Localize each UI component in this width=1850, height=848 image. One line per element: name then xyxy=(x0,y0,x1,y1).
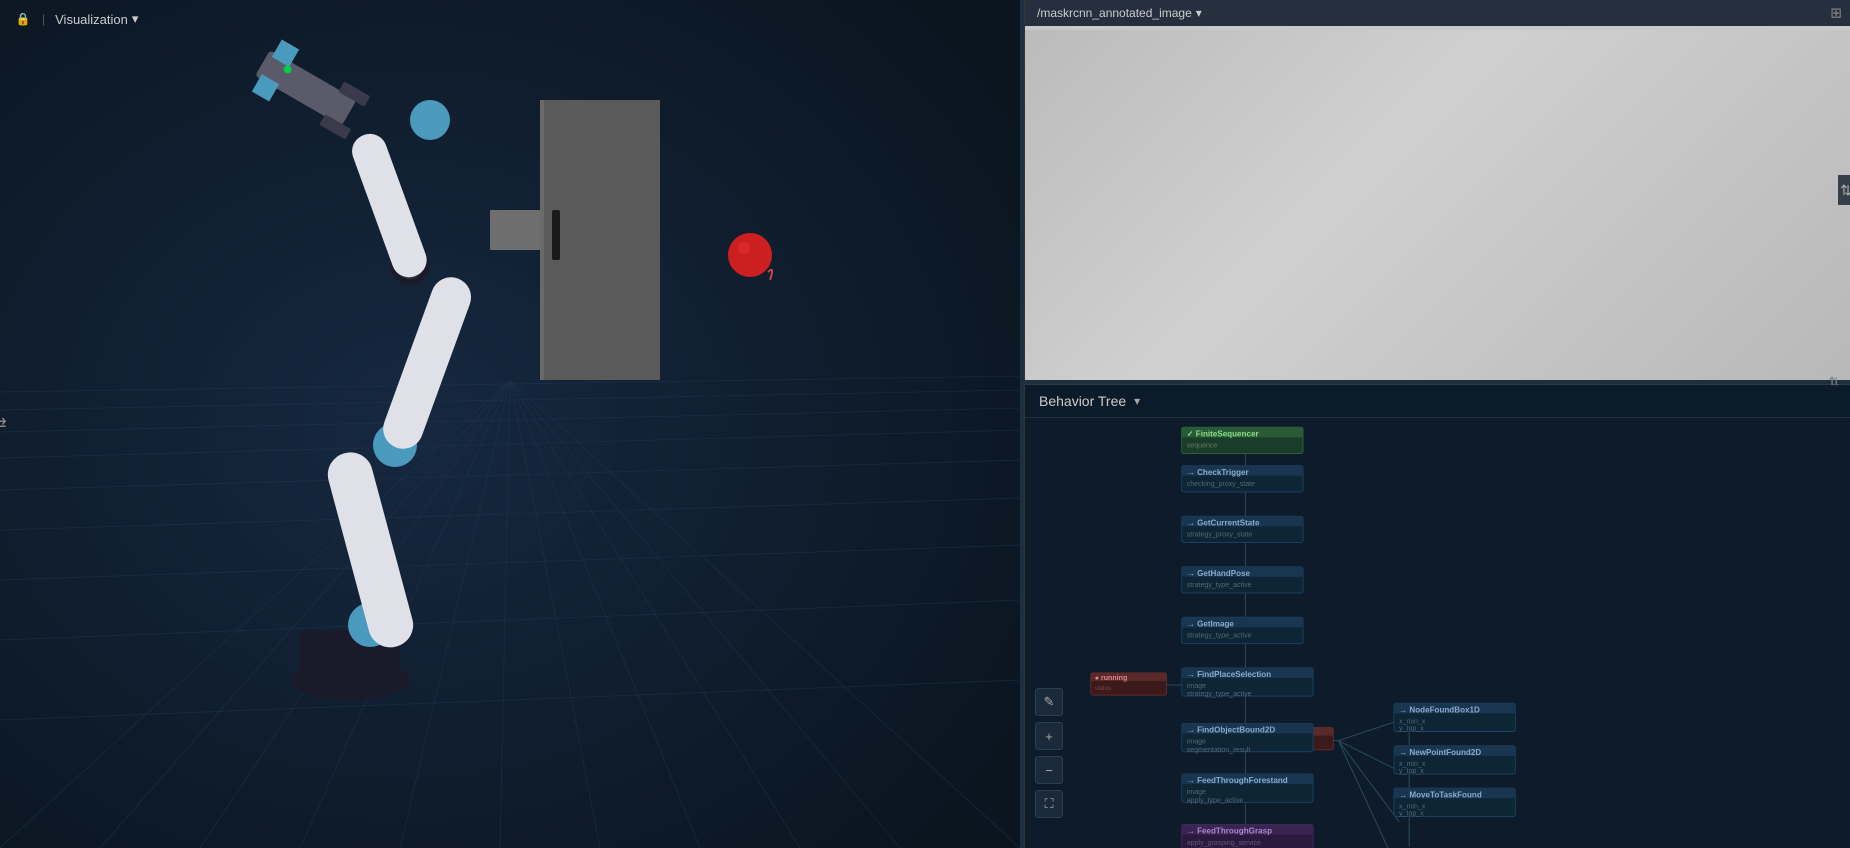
camera-header: /maskrcnn_annotated_image ▾ ⊞ xyxy=(1025,0,1850,26)
bt-svg: ✓ FiniteSequencer sequence → CheckTrigge… xyxy=(1025,421,1850,848)
svg-text:x_min_x: x_min_x xyxy=(1399,718,1426,725)
svg-text:strategy_type_active: strategy_type_active xyxy=(1187,633,1252,640)
3d-scene-svg xyxy=(0,0,1020,848)
lock-icon: 🔒 xyxy=(14,10,32,28)
svg-text:→ GetImage: → GetImage xyxy=(1187,619,1235,628)
bt-tools-panel: ✎ + − ⛶ xyxy=(1035,688,1063,818)
svg-text:→ GetCurrentState: → GetCurrentState xyxy=(1187,518,1260,527)
bt-canvas[interactable]: ✓ FiniteSequencer sequence → CheckTrigge… xyxy=(1025,421,1850,848)
right-panel: /maskrcnn_annotated_image ▾ ⊞ xyxy=(1024,0,1850,848)
svg-text:→ NodeFoundBox1D: → NodeFoundBox1D xyxy=(1399,705,1480,714)
zoom-out-tool-button[interactable]: − xyxy=(1035,756,1063,784)
svg-text:→ FeedThroughForestand: → FeedThroughForestand xyxy=(1187,776,1288,785)
svg-text:segmentation_result: segmentation_result xyxy=(1187,747,1251,754)
3d-scene-canvas[interactable] xyxy=(0,0,1020,848)
zoom-in-tool-button[interactable]: + xyxy=(1035,722,1063,750)
svg-text:strategy_type_active: strategy_type_active xyxy=(1187,582,1252,589)
svg-text:apply_grasping_service: apply_grasping_service xyxy=(1187,840,1261,847)
svg-text:● running: ● running xyxy=(1095,675,1128,682)
viz-header: 🔒 | Visualization ▾ xyxy=(14,10,138,28)
horizontal-resize-divider[interactable]: ⇅ xyxy=(1024,380,1850,384)
left-panel: 🔒 | Visualization ▾ xyxy=(0,0,1020,848)
bt-header: Behavior Tree ▾ xyxy=(1025,385,1850,418)
svg-text:image: image xyxy=(1187,739,1206,746)
svg-text:status: status xyxy=(1095,686,1111,692)
camera-panel-resize-right[interactable]: ⇅ xyxy=(1838,175,1850,205)
svg-text:strategy_proxy_state: strategy_proxy_state xyxy=(1187,531,1253,538)
svg-text:→ FeedThroughGrasp: → FeedThroughGrasp xyxy=(1187,827,1272,836)
bt-dropdown-button[interactable]: ▾ xyxy=(1134,394,1140,408)
svg-text:y_top_x: y_top_x xyxy=(1399,768,1424,775)
svg-text:strategy_type_active: strategy_type_active xyxy=(1187,691,1252,698)
svg-text:y_top_x: y_top_x xyxy=(1399,726,1424,733)
svg-text:→ CheckTrigger: → CheckTrigger xyxy=(1187,468,1250,477)
vertical-resize-divider[interactable] xyxy=(1020,0,1024,848)
svg-text:sequence: sequence xyxy=(1187,442,1218,449)
bt-title: Behavior Tree xyxy=(1039,393,1126,409)
horizontal-resize-handle[interactable]: ⇄ xyxy=(0,409,8,439)
behavior-tree-panel: Behavior Tree ▾ xyxy=(1024,384,1850,848)
svg-text:→ MoveToTaskFound: → MoveToTaskFound xyxy=(1399,790,1482,799)
camera-image-content: space booth cabinet door 100% pull handl… xyxy=(1025,30,1850,380)
camera-topic-dropdown[interactable]: /maskrcnn_annotated_image ▾ xyxy=(1037,6,1202,20)
svg-text:y_top_x: y_top_x xyxy=(1399,810,1424,817)
camera-view-panel: /maskrcnn_annotated_image ▾ ⊞ xyxy=(1024,0,1850,380)
svg-text:✓ FiniteSequencer: ✓ FiniteSequencer xyxy=(1187,429,1260,438)
svg-text:x_min_x: x_min_x xyxy=(1399,761,1426,768)
svg-text:apply_type_active: apply_type_active xyxy=(1187,797,1244,804)
svg-text:→ NewPointFound2D: → NewPointFound2D xyxy=(1399,748,1481,757)
fit-view-tool-button[interactable]: ⛶ xyxy=(1035,790,1063,818)
edit-tool-button[interactable]: ✎ xyxy=(1035,688,1063,716)
svg-text:→ FindPlaceSelection: → FindPlaceSelection xyxy=(1187,670,1271,679)
main-layout: 🔒 | Visualization ▾ xyxy=(0,0,1850,848)
camera-resize-button[interactable]: ⊞ xyxy=(1830,5,1842,22)
svg-text:→ FindObjectBound2D: → FindObjectBound2D xyxy=(1187,726,1276,735)
visualization-dropdown[interactable]: Visualization ▾ xyxy=(55,11,138,27)
svg-text:image: image xyxy=(1187,683,1206,690)
svg-text:→ GetHandPose: → GetHandPose xyxy=(1187,569,1251,578)
svg-text:image: image xyxy=(1187,789,1206,796)
svg-text:x_min_x: x_min_x xyxy=(1399,803,1426,810)
svg-text:checking_proxy_state: checking_proxy_state xyxy=(1187,481,1255,488)
